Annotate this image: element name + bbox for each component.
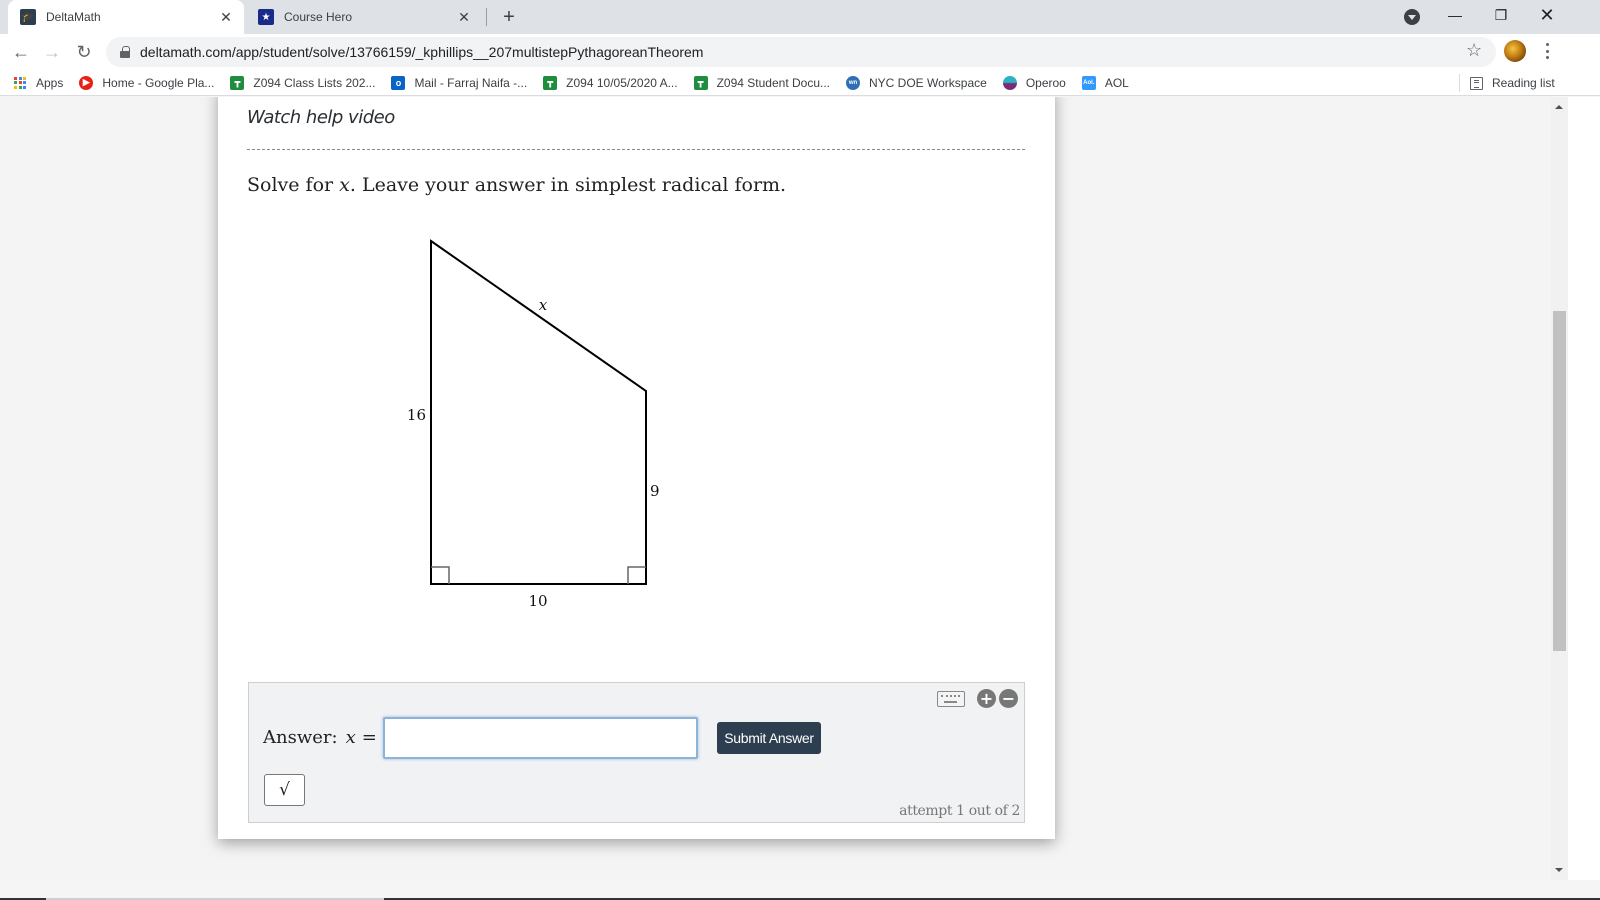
tab-strip: 🎓 DeltaMath ✕ ★ Course Hero ✕ + — ❐ ✕ xyxy=(0,0,1600,34)
label-bottom-side: 10 xyxy=(528,592,547,610)
tab-title: DeltaMath xyxy=(46,10,101,24)
close-tab-icon[interactable]: ✕ xyxy=(216,7,236,27)
zoom-out-icon[interactable]: − xyxy=(999,689,1018,708)
tab-search-button[interactable] xyxy=(1404,9,1420,25)
problem-prompt: Solve for x. Leave your answer in simple… xyxy=(247,174,786,196)
answer-label-text: Answer: xyxy=(263,727,338,748)
submit-answer-button[interactable]: Submit Answer xyxy=(717,722,821,754)
bookmark-label: Operoo xyxy=(1025,75,1066,90)
trapezoid-diagram: x 16 9 10 xyxy=(407,239,660,610)
bookmark-mail[interactable]: o Mail - Farraj Naifa -... xyxy=(383,70,535,96)
outlook-icon: o xyxy=(391,75,406,90)
reload-button[interactable]: ↻ xyxy=(70,38,98,66)
page-viewport: Watch help video Solve for x. Leave your… xyxy=(0,97,1551,880)
address-bar[interactable]: deltamath.com/app/student/solve/13766159… xyxy=(106,37,1496,67)
nyc-doe-icon: wn xyxy=(846,75,860,90)
trapezoid-outline xyxy=(430,239,647,585)
watch-help-video-link[interactable]: Watch help video xyxy=(247,107,395,128)
reading-list-label: Reading list xyxy=(1492,76,1555,90)
page-bottom-area xyxy=(0,880,1600,900)
answer-panel: + − Answer: x = Submit Answer √ attempt 1 … xyxy=(248,682,1025,823)
answer-equals: = xyxy=(361,727,377,748)
scroll-down-arrow-icon[interactable] xyxy=(1555,868,1563,872)
page-right-margin xyxy=(1568,97,1600,880)
zoom-in-icon[interactable]: + xyxy=(977,689,996,708)
answer-variable: x xyxy=(345,727,356,748)
prompt-variable: x xyxy=(339,174,350,196)
bookmark-label: Mail - Farraj Naifa -... xyxy=(414,75,528,90)
restore-button[interactable]: ❐ xyxy=(1478,0,1524,30)
google-classroom-icon: ┳ xyxy=(543,75,558,90)
deltamath-icon: 🎓 xyxy=(20,9,36,25)
bookmark-label: NYC DOE Workspace xyxy=(869,75,987,90)
bookmark-label: Apps xyxy=(36,75,64,90)
bookmark-label: Home - Google Pla... xyxy=(102,75,215,90)
profile-avatar[interactable] xyxy=(1504,40,1526,62)
bookmark-label: Z094 Class Lists 202... xyxy=(253,75,376,90)
bookmark-aol[interactable]: Aol. AOL xyxy=(1074,70,1137,96)
keyboard-icon[interactable] xyxy=(937,691,965,707)
new-tab-button[interactable]: + xyxy=(498,6,520,28)
bookmark-star-icon[interactable]: ☆ xyxy=(1466,40,1482,61)
answer-input[interactable] xyxy=(383,717,698,759)
google-classroom-icon: ┳ xyxy=(693,75,708,90)
scrollbar-thumb[interactable] xyxy=(1553,311,1566,651)
coursehero-icon: ★ xyxy=(258,9,274,25)
label-right-side: 9 xyxy=(650,482,660,500)
bookmark-z094-date[interactable]: ┳ Z094 10/05/2020 A... xyxy=(535,70,685,96)
prompt-text-after: . Leave your answer in simplest radical … xyxy=(349,174,787,196)
bookmark-nyc-doe[interactable]: wn NYC DOE Workspace xyxy=(838,70,995,96)
bookmark-label: Z094 10/05/2020 A... xyxy=(566,75,678,90)
forward-button[interactable]: → xyxy=(38,38,66,66)
bookmark-apps[interactable]: Apps xyxy=(0,70,71,96)
label-slanted-side: x xyxy=(539,296,548,314)
bookmark-operoo[interactable]: Operoo xyxy=(995,70,1074,96)
close-tab-icon[interactable]: ✕ xyxy=(454,7,474,27)
close-window-button[interactable]: ✕ xyxy=(1524,0,1570,30)
tab-course-hero[interactable]: ★ Course Hero ✕ xyxy=(246,0,482,34)
bookmark-google-play[interactable]: ▶ Home - Google Pla... xyxy=(71,70,222,96)
reading-list-icon xyxy=(1470,76,1483,90)
google-play-music-icon: ▶ xyxy=(79,75,94,90)
bookmark-label: AOL xyxy=(1104,75,1129,90)
google-classroom-icon: ┳ xyxy=(230,75,245,90)
browser-menu-button[interactable] xyxy=(1542,41,1552,61)
tab-deltamath[interactable]: 🎓 DeltaMath ✕ xyxy=(8,0,244,34)
sqrt-button[interactable]: √ xyxy=(264,774,305,806)
apps-grid-icon xyxy=(14,76,26,89)
vertical-scrollbar[interactable] xyxy=(1551,97,1568,880)
url-text[interactable]: deltamath.com/app/student/solve/13766159… xyxy=(140,44,703,60)
lock-icon xyxy=(120,46,130,58)
back-button[interactable]: ← xyxy=(7,38,35,66)
bookmarks-separator xyxy=(1459,74,1460,92)
trapezoid-figure: x 16 9 10 xyxy=(388,237,688,657)
aol-icon: Aol. xyxy=(1081,75,1096,90)
browser-toolbar: ← → ↻ deltamath.com/app/student/solve/13… xyxy=(0,34,1600,70)
bookmark-class-lists[interactable]: ┳ Z094 Class Lists 202... xyxy=(222,70,383,96)
prompt-text-before: Solve for xyxy=(247,174,340,196)
label-left-side: 16 xyxy=(407,406,426,424)
operoo-icon xyxy=(1002,75,1017,90)
problem-card: Watch help video Solve for x. Leave your… xyxy=(218,97,1055,839)
answer-label: Answer: x = xyxy=(263,727,377,748)
right-angle-marker-bottom-right xyxy=(627,566,646,584)
bookmark-student-docs[interactable]: ┳ Z094 Student Docu... xyxy=(686,70,838,96)
reading-list-button[interactable]: Reading list xyxy=(1470,70,1555,96)
minimize-button[interactable]: — xyxy=(1432,0,1478,30)
tab-separator xyxy=(486,8,487,26)
tab-title: Course Hero xyxy=(284,10,353,24)
attempt-counter: attempt 1 out of 2 xyxy=(899,803,1020,819)
divider xyxy=(247,149,1025,150)
bookmark-label: Z094 Student Docu... xyxy=(716,75,830,90)
right-angle-marker-bottom-left xyxy=(431,566,450,584)
scroll-up-arrow-icon[interactable] xyxy=(1555,105,1563,109)
bookmarks-bar: Apps ▶ Home - Google Pla... ┳ Z094 Class… xyxy=(0,70,1600,96)
